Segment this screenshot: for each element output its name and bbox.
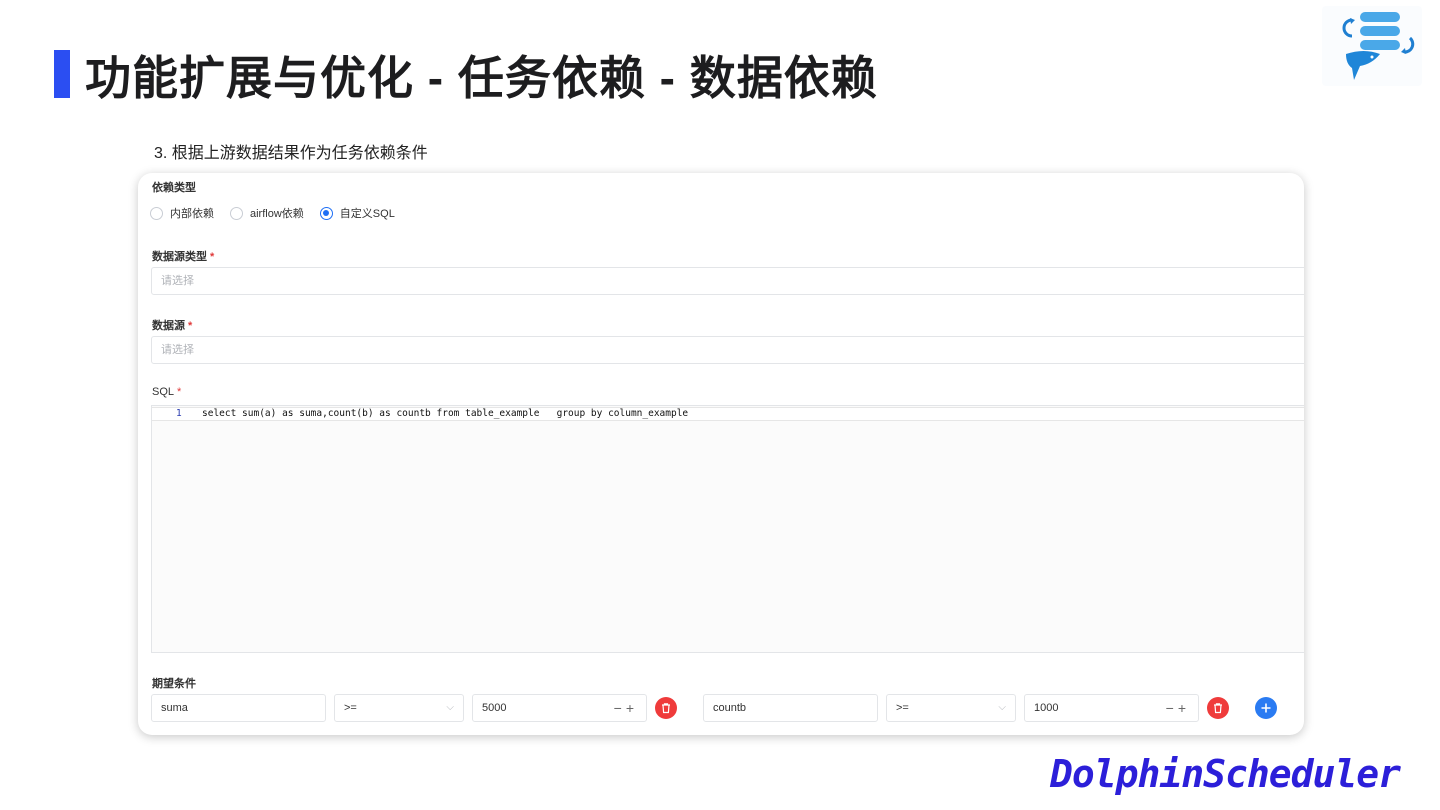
brand-wordmark: DolphinScheduler [1050, 752, 1401, 796]
datasource-type-label-text: 数据源类型 [152, 251, 207, 263]
dependency-form-panel: 依赖类型 内部依赖 airflow依赖 自定义SQL 数据源类型 * 请选择 数据… [138, 173, 1304, 735]
sql-label-text: SQL [152, 386, 175, 398]
dolphin-database-logo-icon [1322, 6, 1422, 86]
operator-value: >= [896, 702, 909, 714]
radio-custom-sql[interactable]: 自定义SQL [319, 205, 395, 221]
condition-operator-select[interactable]: >= ⌵ [334, 694, 464, 722]
radio-label: airflow依赖 [250, 208, 304, 220]
required-mark: * [188, 320, 193, 332]
datasource-select[interactable]: 请选择 [151, 336, 1304, 364]
sql-code[interactable]: select sum(a) as suma,count(b) as countb… [202, 408, 688, 420]
delete-condition-button[interactable] [1207, 697, 1229, 719]
operator-value: >= [344, 702, 357, 714]
radio-unchecked-icon [230, 206, 243, 220]
number-stepper[interactable]: −+ [1166, 695, 1190, 721]
trash-icon [662, 703, 670, 714]
condition-field-input[interactable]: countb [703, 694, 878, 722]
datasource-label: 数据源 * [152, 317, 192, 333]
datasource-type-label: 数据源类型 * [152, 248, 214, 264]
trash-icon [1214, 703, 1222, 714]
slide-subtitle: 3. 根据上游数据结果作为任务依赖条件 [154, 145, 428, 162]
editor-active-line: 1 select sum(a) as suma,count(b) as coun… [152, 407, 1304, 421]
slide-title: 功能扩展与优化 - 任务依赖 - 数据依赖 [85, 52, 878, 104]
sql-editor[interactable]: 1 select sum(a) as suma,count(b) as coun… [151, 405, 1304, 653]
add-condition-button[interactable] [1255, 697, 1277, 719]
required-mark: * [210, 251, 215, 263]
radio-unchecked-icon [150, 206, 163, 220]
expect-label: 期望条件 [152, 678, 196, 690]
radio-internal-dep[interactable]: 内部依赖 [150, 205, 214, 221]
chevron-down-icon: ⌵ [998, 702, 1006, 713]
value-text: 1000 [1034, 702, 1059, 714]
number-stepper[interactable]: −+ [614, 695, 638, 721]
line-number: 1 [176, 408, 182, 419]
delete-condition-button[interactable] [655, 697, 677, 719]
dep-type-label: 依赖类型 [152, 182, 196, 194]
plus-circle-icon [1261, 703, 1271, 713]
condition-operator-select[interactable]: >= ⌵ [886, 694, 1016, 722]
condition-field-input[interactable]: suma [151, 694, 326, 722]
radio-label: 内部依赖 [170, 208, 214, 220]
sql-label: SQL * [152, 386, 181, 398]
expect-conditions-row: suma >= ⌵ 5000 −+ countb >= ⌵ 1000 −+ [151, 694, 1301, 722]
condition-value-input[interactable]: 5000 −+ [472, 694, 647, 722]
datasource-label-text: 数据源 [152, 320, 185, 332]
datasource-type-select[interactable]: 请选择 [151, 267, 1304, 295]
required-mark: * [177, 386, 182, 398]
radio-label: 自定义SQL [339, 208, 395, 220]
radio-airflow-dep[interactable]: airflow依赖 [230, 205, 304, 221]
condition-value-input[interactable]: 1000 −+ [1024, 694, 1199, 722]
value-text: 5000 [482, 702, 507, 714]
chevron-down-icon: ⌵ [446, 702, 454, 713]
radio-checked-icon [319, 206, 333, 220]
dep-type-radio-group: 内部依赖 airflow依赖 自定义SQL [150, 205, 411, 221]
title-accent-bar [54, 50, 70, 98]
